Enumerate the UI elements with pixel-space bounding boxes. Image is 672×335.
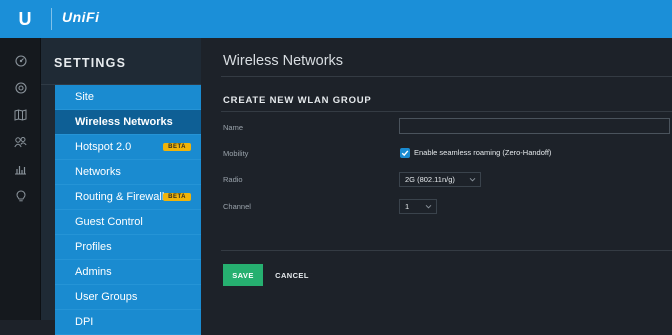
menu-item-profiles[interactable]: Profiles: [55, 235, 201, 260]
main-content: Wireless Networks CREATE NEW WLAN GROUP …: [201, 38, 672, 320]
menu-item-label: Hotspot 2.0: [75, 141, 132, 153]
menu-item-label: User Groups: [75, 291, 138, 303]
menu-item-guest-control[interactable]: Guest Control: [55, 210, 201, 235]
logo-divider: [51, 8, 52, 30]
chevron-down-icon: [425, 204, 432, 209]
map-icon[interactable]: [0, 105, 41, 125]
name-input[interactable]: [399, 118, 670, 134]
cancel-button[interactable]: CANCEL: [272, 264, 312, 286]
channel-select[interactable]: 1: [399, 199, 437, 214]
menu-item-label: Routing & Firewall: [75, 191, 165, 203]
save-button[interactable]: SAVE: [223, 264, 263, 286]
radio-label: Radio: [223, 175, 243, 184]
unifi-logo-text: UniFi: [62, 9, 100, 25]
clients-icon[interactable]: [0, 132, 41, 152]
radio-select[interactable]: 2G (802.11n/g): [399, 172, 481, 187]
statistics-icon[interactable]: [0, 159, 41, 179]
name-label: Name: [223, 123, 244, 132]
menu-item-user-groups[interactable]: User Groups: [55, 285, 201, 310]
settings-menu: Site Wireless Networks Hotspot 2.0 BETA N…: [55, 85, 201, 335]
section-title: CREATE NEW WLAN GROUP: [223, 95, 372, 106]
page-title: Wireless Networks: [223, 53, 344, 69]
checkmark-icon: [401, 150, 409, 157]
divider: [221, 111, 672, 112]
beta-badge: BETA: [163, 143, 191, 151]
divider: [221, 250, 672, 251]
map-target-icon[interactable]: [0, 78, 41, 98]
menu-item-label: Networks: [75, 166, 121, 178]
menu-item-admins[interactable]: Admins: [55, 260, 201, 285]
settings-panel: SETTINGS Site Wireless Networks Hotspot …: [41, 38, 201, 335]
chevron-down-icon: [469, 177, 476, 182]
menu-item-label: Profiles: [75, 241, 112, 253]
menu-item-site[interactable]: Site: [55, 85, 201, 110]
divider: [221, 76, 672, 77]
settings-title: SETTINGS: [54, 56, 127, 70]
zero-handoff-checkbox[interactable]: [400, 148, 410, 158]
dashboard-icon[interactable]: [0, 51, 41, 71]
menu-item-dpi[interactable]: DPI: [55, 310, 201, 335]
menu-item-label: Wireless Networks: [75, 116, 173, 128]
menu-item-label: Admins: [75, 266, 112, 278]
menu-item-routing-firewall[interactable]: Routing & Firewall BETA: [55, 185, 201, 210]
ubiquiti-logo[interactable]: U: [8, 0, 42, 38]
menu-item-hotspot[interactable]: Hotspot 2.0 BETA: [55, 135, 201, 160]
channel-select-value: 1: [405, 202, 410, 211]
top-bar: U UniFi: [0, 0, 672, 38]
insights-icon[interactable]: [0, 186, 41, 206]
menu-item-label: DPI: [75, 316, 94, 328]
radio-select-value: 2G (802.11n/g): [405, 175, 455, 184]
menu-item-label: Guest Control: [75, 216, 143, 228]
icon-sidebar: [0, 38, 41, 320]
zero-handoff-label: Enable seamless roaming (Zero-Handoff): [414, 148, 552, 157]
beta-badge: BETA: [163, 193, 191, 201]
channel-label: Channel: [223, 202, 251, 211]
menu-item-label: Site: [75, 91, 94, 103]
mobility-label: Mobility: [223, 149, 249, 158]
menu-item-wireless-networks[interactable]: Wireless Networks: [55, 110, 201, 135]
menu-item-networks[interactable]: Networks: [55, 160, 201, 185]
